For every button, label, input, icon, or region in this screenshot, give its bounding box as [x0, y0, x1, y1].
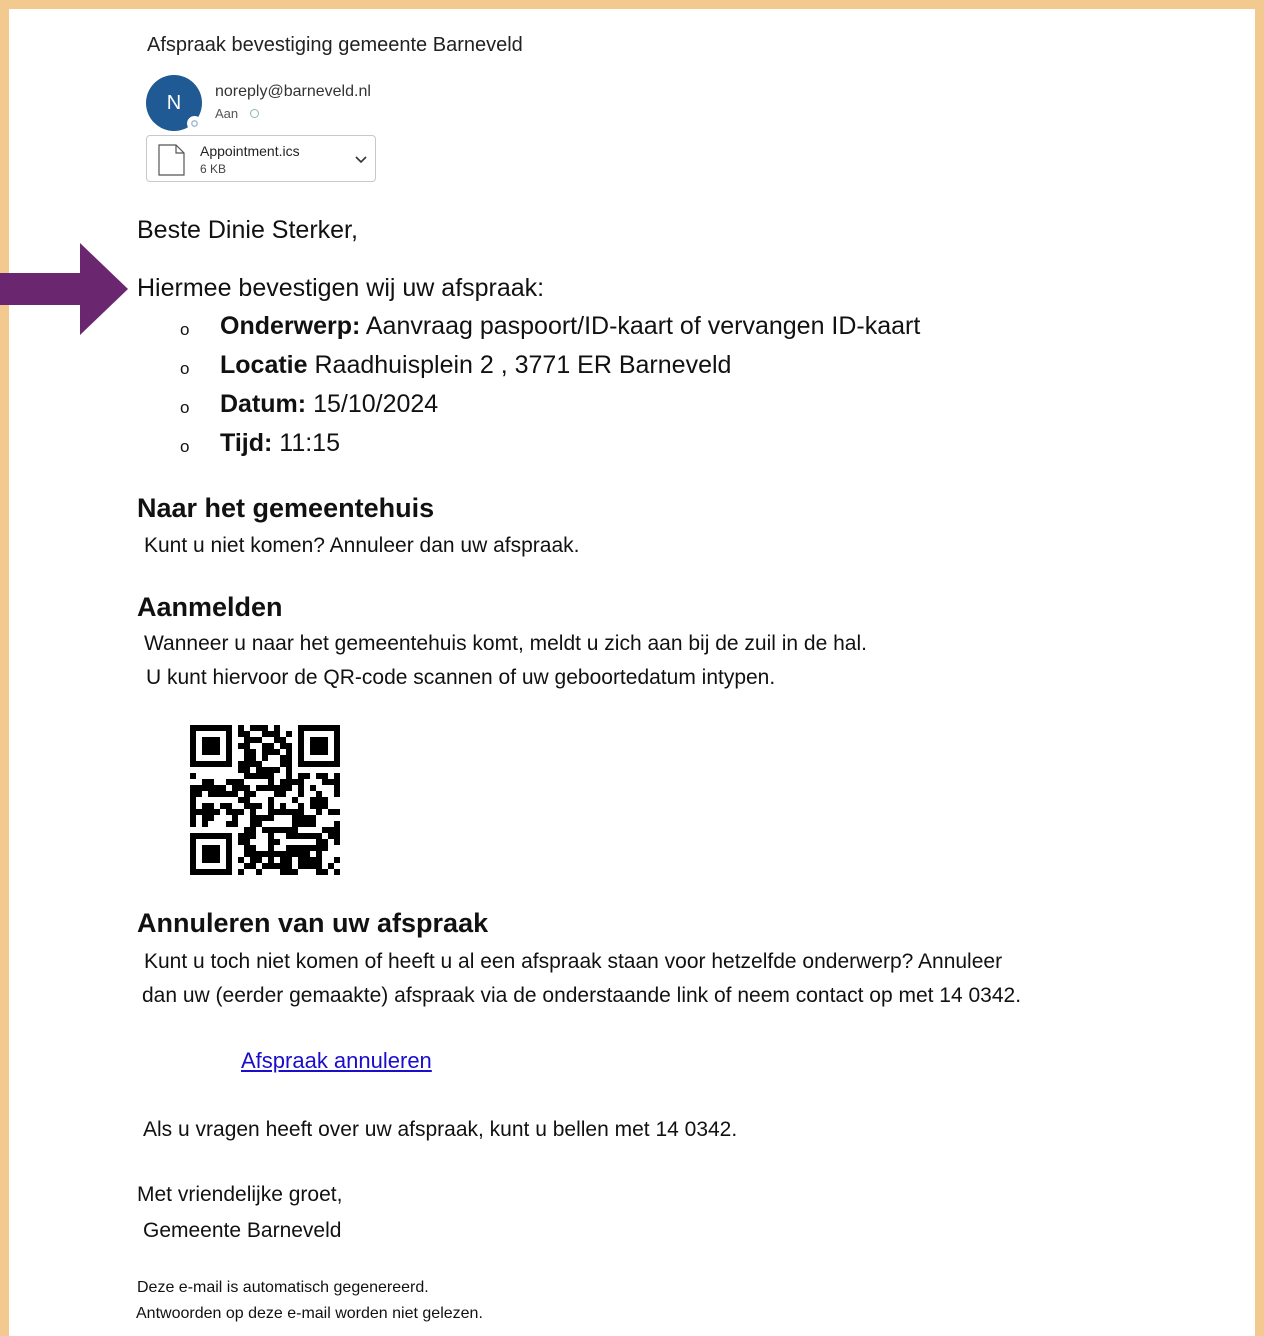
avatar-initial: N — [166, 91, 182, 114]
bullet-icon: o — [180, 359, 190, 378]
detail-date: Datum: 15/10/2024 — [220, 390, 438, 419]
detail-label: Onderwerp: — [220, 312, 361, 340]
sender-address[interactable]: noreply@barneveld.nl — [215, 83, 371, 101]
town-hall-text: Kunt u niet komen? Annuleer dan uw afspr… — [144, 534, 580, 557]
attachment-size: 6 KB — [200, 162, 227, 176]
detail-label: Locatie — [220, 351, 308, 379]
bullet-icon: o — [180, 398, 190, 417]
heading-cancel: Annuleren van uw afspraak — [137, 908, 489, 938]
detail-value: Raadhuisplein 2 , 3771 ER Barneveld — [314, 351, 732, 379]
arrow-right-icon — [0, 243, 128, 335]
detail-label: Tijd: — [220, 429, 273, 457]
bullet-icon: o — [180, 437, 190, 456]
heading-town-hall: Naar het gemeentehuis — [137, 493, 435, 523]
questions-text: Als u vragen heeft over uw afspraak, kun… — [143, 1118, 738, 1141]
intro-text: Hiermee bevestigen wij uw afspraak: — [137, 274, 545, 302]
attachment-name: Appointment.ics — [200, 143, 300, 159]
qr-code — [190, 725, 340, 875]
closing-text: Met vriendelijke groet, — [137, 1183, 343, 1206]
cancel-appointment-link[interactable]: Afspraak annuleren — [241, 1048, 432, 1074]
detail-time: Tijd: 11:15 — [220, 429, 340, 458]
sender-avatar[interactable]: N — [146, 75, 202, 131]
detail-location: Locatie Raadhuisplein 2 , 3771 ER Barnev… — [220, 351, 731, 380]
detail-value: 15/10/2024 — [313, 390, 439, 418]
signature: Gemeente Barneveld — [143, 1219, 342, 1242]
recipient-status-icon — [250, 109, 259, 118]
detail-label: Datum: — [220, 390, 307, 418]
attachment-card[interactable]: Appointment.ics 6 KB — [146, 135, 376, 182]
checkin-text-2: U kunt hiervoor de QR-code scannen of uw… — [146, 666, 776, 689]
checkin-text-1: Wanneer u naar het gemeentehuis komt, me… — [144, 632, 867, 655]
email-subject: Afspraak bevestiging gemeente Barneveld — [147, 34, 523, 56]
bullet-icon: o — [180, 320, 190, 339]
document-icon — [158, 144, 185, 176]
footer-note-2: Antwoorden op deze e-mail worden niet ge… — [136, 1305, 483, 1322]
detail-value: Aanvraag paspoort/ID-kaart of vervangen … — [365, 312, 921, 340]
recipient-label: Aan — [215, 106, 239, 121]
detail-value: 11:15 — [279, 429, 340, 457]
cancel-text-1: Kunt u toch niet komen of heeft u al een… — [144, 950, 1003, 973]
detail-subject: Onderwerp: Aanvraag paspoort/ID-kaart of… — [220, 312, 920, 341]
cancel-text-2: dan uw (eerder gemaakte) afspraak via de… — [142, 984, 1022, 1007]
chevron-down-icon[interactable] — [354, 152, 368, 166]
presence-status-icon — [187, 116, 202, 131]
greeting: Beste Dinie Sterker, — [137, 216, 358, 244]
heading-checkin: Aanmelden — [137, 592, 283, 622]
footer-note-1: Deze e-mail is automatisch gegenereerd. — [137, 1279, 429, 1296]
